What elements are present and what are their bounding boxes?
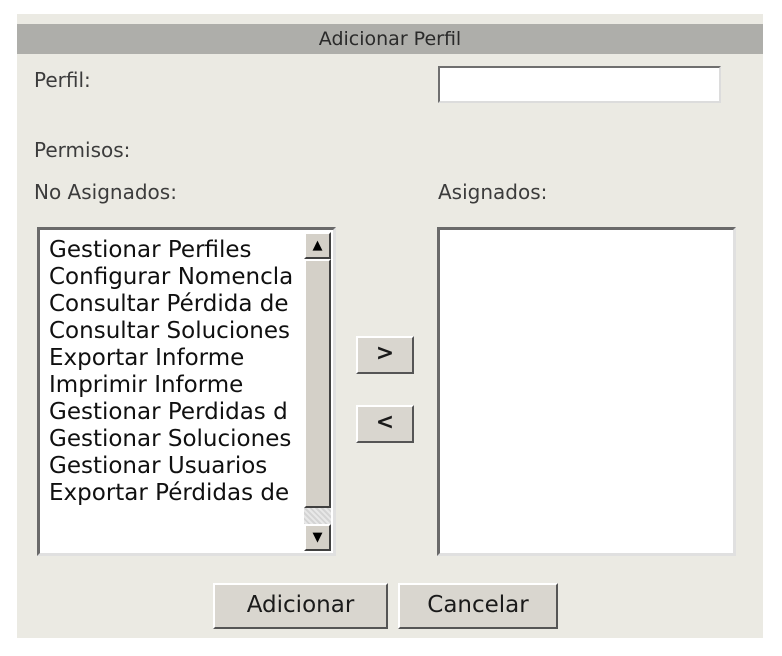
- list-item[interactable]: Gestionar Perfiles: [49, 237, 317, 264]
- list-item[interactable]: Gestionar Perdidas d: [49, 399, 317, 426]
- permisos-label: Permisos:: [34, 138, 131, 162]
- list-item[interactable]: Consultar Pérdida de: [49, 291, 317, 318]
- down-arrow-icon: ▼: [312, 530, 323, 545]
- dialog-title: Adicionar Perfil: [17, 24, 763, 54]
- cancel-button[interactable]: Cancelar: [398, 583, 558, 629]
- scroll-down-button[interactable]: ▼: [304, 524, 331, 551]
- list-item[interactable]: Exportar Informe: [49, 345, 317, 372]
- list-item[interactable]: Gestionar Usuarios: [49, 453, 317, 480]
- list-item[interactable]: Consultar Soluciones: [49, 318, 317, 345]
- asignados-label: Asignados:: [438, 180, 548, 204]
- scroll-up-button[interactable]: ▲: [304, 232, 331, 259]
- scrollbar-thumb[interactable]: [304, 259, 331, 508]
- move-right-button[interactable]: >: [356, 336, 414, 374]
- up-arrow-icon: ▲: [312, 238, 323, 253]
- add-button[interactable]: Adicionar: [213, 583, 388, 629]
- no-asignados-label: No Asignados:: [34, 180, 177, 204]
- list-scrollbar[interactable]: ▲ ▼: [304, 232, 331, 551]
- move-left-button[interactable]: <: [356, 405, 414, 443]
- asignados-listbox[interactable]: [437, 227, 736, 556]
- list-item[interactable]: Exportar Pérdidas de: [49, 480, 317, 507]
- perfil-input[interactable]: [438, 66, 721, 103]
- perfil-label: Perfil:: [34, 68, 91, 92]
- no-asignados-listbox[interactable]: Gestionar Perfiles Configurar Nomencla C…: [37, 227, 336, 556]
- list-item[interactable]: Imprimir Informe: [49, 372, 317, 399]
- list-item[interactable]: Configurar Nomencla: [49, 264, 317, 291]
- list-item[interactable]: Gestionar Soluciones: [49, 426, 317, 453]
